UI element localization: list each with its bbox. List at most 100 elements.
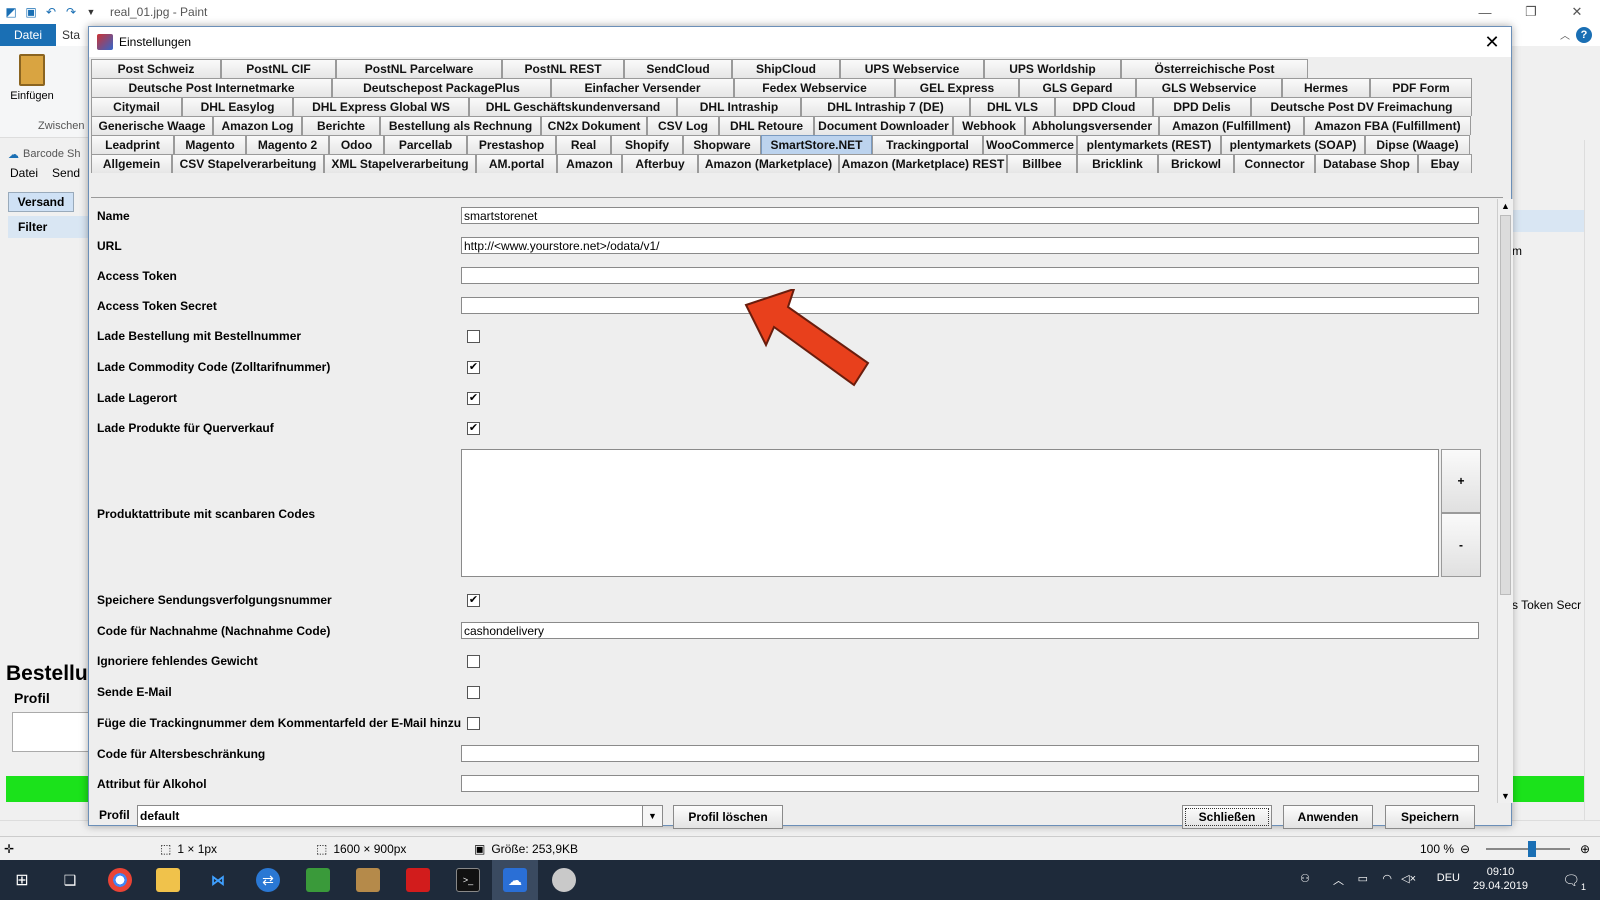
tab-versand[interactable]: Versand	[8, 192, 74, 212]
save-button[interactable]: Speichern	[1385, 805, 1475, 829]
help-icon[interactable]: ?	[1576, 27, 1592, 43]
tab-leadprint[interactable]: Leadprint	[91, 135, 174, 154]
lade-lagerort-checkbox[interactable]: ✔	[467, 392, 480, 405]
tab-real[interactable]: Real	[556, 135, 611, 154]
scroll-up-icon[interactable]: ▲	[1498, 199, 1513, 213]
pdf-icon[interactable]	[406, 868, 430, 892]
tab-gel-express[interactable]: GEL Express	[895, 78, 1019, 97]
tab-dhl-intraship[interactable]: DHL Intraship	[677, 97, 801, 116]
access-token-input[interactable]	[461, 267, 1479, 284]
tab-abholungsversender[interactable]: Abholungsversender	[1025, 116, 1159, 135]
tab-database-shop[interactable]: Database Shop	[1315, 154, 1418, 173]
tab-allgemein[interactable]: Allgemein	[91, 154, 172, 173]
tab-einfacher-versender[interactable]: Einfacher Versender	[551, 78, 734, 97]
tab-deutschepost-packageplus[interactable]: Deutschepost PackagePlus	[332, 78, 551, 97]
delete-profile-button[interactable]: Profil löschen	[673, 805, 783, 829]
zoom-in-icon[interactable]: ⊕	[1580, 842, 1590, 856]
tab-österreichische-post[interactable]: Österreichische Post	[1121, 59, 1308, 78]
tab-shopify[interactable]: Shopify	[611, 135, 683, 154]
tab-dhl-vls[interactable]: DHL VLS	[970, 97, 1055, 116]
tab-cn2x-dokument[interactable]: CN2x Dokument	[541, 116, 647, 135]
tab-amazon-fulfillment[interactable]: Amazon (Fulfillment)	[1159, 116, 1304, 135]
tab-fedex-webservice[interactable]: Fedex Webservice	[734, 78, 895, 97]
lade-produkte-checkbox[interactable]: ✔	[467, 422, 480, 435]
tab-dpd-cloud[interactable]: DPD Cloud	[1055, 97, 1153, 116]
collapse-ribbon-icon[interactable]: ︿	[1560, 27, 1570, 42]
minimize-icon[interactable]: —	[1462, 0, 1508, 24]
network-icon[interactable]: ◠	[1382, 872, 1392, 885]
scroll-thumb[interactable]	[1500, 215, 1511, 595]
people-icon[interactable]: ⚇	[1300, 872, 1310, 885]
tab-plentymarkets-soap[interactable]: plentymarkets (SOAP)	[1221, 135, 1365, 154]
tab-post-schweiz[interactable]: Post Schweiz	[91, 59, 221, 78]
tab-dhl-express-global-ws[interactable]: DHL Express Global WS	[293, 97, 469, 116]
tab-citymail[interactable]: Citymail	[91, 97, 182, 116]
form-scrollbar[interactable]: ▲ ▼	[1497, 199, 1513, 803]
paint-taskbar-icon[interactable]	[552, 868, 576, 892]
menu-send[interactable]: Send	[52, 166, 80, 180]
tab-amazon-marketplace-rest[interactable]: Amazon (Marketplace) REST	[839, 154, 1007, 173]
tab-smartstore-net[interactable]: SmartStore.NET	[761, 135, 872, 154]
windows-start-icon[interactable]: ⊞	[10, 868, 34, 892]
file-explorer-icon[interactable]	[156, 868, 180, 892]
tab-postnl-cif[interactable]: PostNL CIF	[221, 59, 336, 78]
tab-gls-webservice[interactable]: GLS Webservice	[1136, 78, 1282, 97]
barcode-app-icon[interactable]: ☁	[503, 868, 527, 892]
menu-datei[interactable]: Datei	[10, 166, 38, 180]
language-indicator[interactable]: DEU	[1437, 872, 1460, 884]
paint-vertical-scrollbar[interactable]	[1584, 140, 1600, 820]
speichere-checkbox[interactable]: ✔	[467, 594, 480, 607]
tab-woocommerce[interactable]: WooCommerce	[983, 135, 1077, 154]
zoom-out-icon[interactable]: ⊖	[1460, 842, 1470, 856]
tab-odoo[interactable]: Odoo	[329, 135, 384, 154]
remove-attribute-button[interactable]: -	[1441, 513, 1481, 577]
url-input[interactable]	[461, 237, 1479, 254]
chevron-up-icon[interactable]: ︿	[1333, 872, 1344, 888]
tab-webhook[interactable]: Webhook	[953, 116, 1025, 135]
tab-bestellung-als-rechnung[interactable]: Bestellung als Rechnung	[380, 116, 541, 135]
redo-icon[interactable]: ↷	[64, 5, 78, 19]
close-icon[interactable]: ✕	[1554, 0, 1600, 24]
profil-select[interactable]: default ▼	[137, 805, 663, 827]
restore-icon[interactable]: ❐	[1508, 0, 1554, 24]
tab-amazon-log[interactable]: Amazon Log	[213, 116, 302, 135]
clock[interactable]: 09:10 29.04.2019	[1473, 865, 1528, 893]
tab-trackingportal[interactable]: Trackingportal	[872, 135, 983, 154]
vscode-icon[interactable]: ⋈	[206, 868, 230, 892]
tab-magento-2[interactable]: Magento 2	[246, 135, 329, 154]
apply-button[interactable]: Anwenden	[1283, 805, 1373, 829]
task-view-icon[interactable]: ❑	[58, 868, 82, 892]
tab-parcellab[interactable]: Parcellab	[384, 135, 467, 154]
sende-email-checkbox[interactable]	[467, 686, 480, 699]
lade-commodity-checkbox[interactable]: ✔	[467, 361, 480, 374]
tab-dhl-geschäftskundenversand[interactable]: DHL Geschäftskundenversand	[469, 97, 677, 116]
access-token-secret-input[interactable]	[461, 297, 1479, 314]
zoom-slider-thumb[interactable]	[1528, 841, 1537, 857]
tab-amazon-marketplace[interactable]: Amazon (Marketplace)	[698, 154, 839, 173]
tab-plentymarkets-rest[interactable]: plentymarkets (REST)	[1077, 135, 1221, 154]
tab-hermes[interactable]: Hermes	[1282, 78, 1370, 97]
tab-ups-worldship[interactable]: UPS Worldship	[984, 59, 1121, 78]
customize-quick-access-icon[interactable]: ▼	[84, 5, 98, 19]
paste-button[interactable]: Einfügen	[6, 54, 58, 102]
tab-postnl-rest[interactable]: PostNL REST	[502, 59, 624, 78]
tab-xml-stapelverarbeitung[interactable]: XML Stapelverarbeitung	[324, 154, 476, 173]
tab-amazon-fba-fulfillment[interactable]: Amazon FBA (Fulfillment)	[1304, 116, 1471, 135]
tab-dhl-intraship-7-de[interactable]: DHL Intraship 7 (DE)	[801, 97, 970, 116]
tab-connector[interactable]: Connector	[1234, 154, 1315, 173]
undo-icon[interactable]: ↶	[44, 5, 58, 19]
save-icon[interactable]: ▣	[24, 5, 38, 19]
tab-dpd-delis[interactable]: DPD Delis	[1153, 97, 1251, 116]
tab-billbee[interactable]: Billbee	[1007, 154, 1077, 173]
tab-generische-waage[interactable]: Generische Waage	[91, 116, 213, 135]
tab-magento[interactable]: Magento	[174, 135, 246, 154]
fuege-tracking-checkbox[interactable]	[467, 717, 480, 730]
tab-csv-stapelverarbeitung[interactable]: CSV Stapelverarbeitung	[172, 154, 324, 173]
scroll-down-icon[interactable]: ▼	[1498, 789, 1513, 803]
package-icon[interactable]	[356, 868, 380, 892]
file-tab[interactable]: Datei	[0, 24, 56, 46]
tab-berichte[interactable]: Berichte	[302, 116, 380, 135]
tab-bricklink[interactable]: Bricklink	[1077, 154, 1158, 173]
add-attribute-button[interactable]: +	[1441, 449, 1481, 513]
tab-dhl-retoure[interactable]: DHL Retoure	[719, 116, 814, 135]
